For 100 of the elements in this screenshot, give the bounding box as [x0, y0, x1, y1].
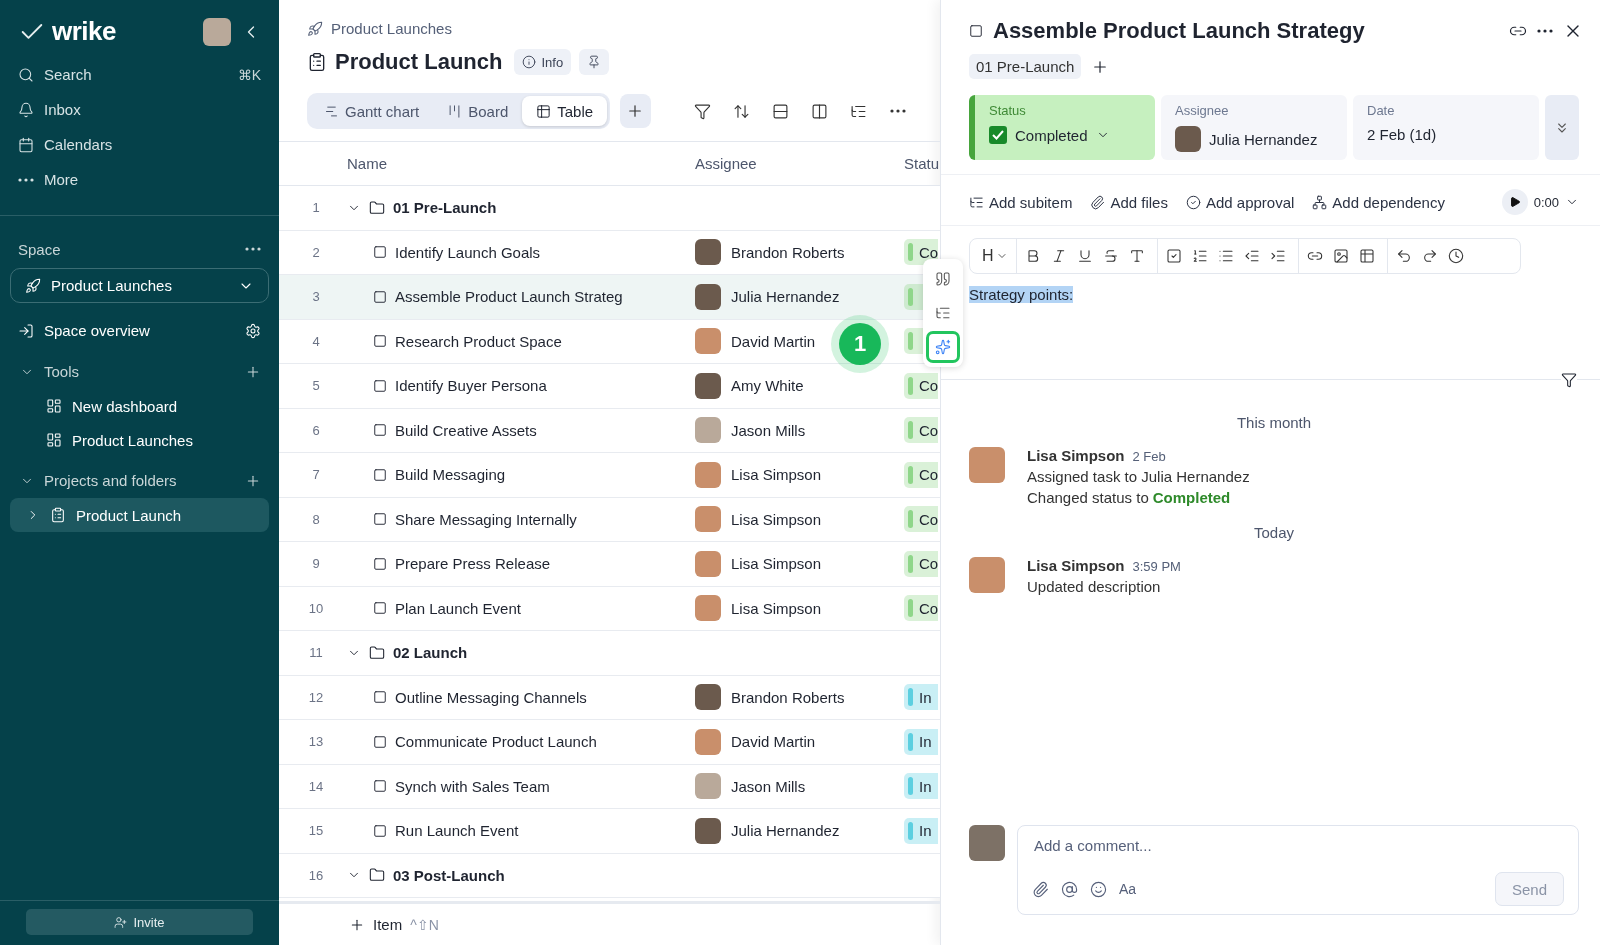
- task-name[interactable]: Synch with Sales Team: [395, 777, 550, 795]
- assignee-name: Amy White: [731, 377, 804, 395]
- assignee-name: Jason Mills: [731, 421, 806, 439]
- info-button[interactable]: Info: [514, 49, 572, 75]
- more-icon[interactable]: [889, 109, 906, 113]
- status-chip[interactable]: In: [904, 817, 938, 844]
- nav-item[interactable]: Space overview: [0, 313, 279, 348]
- ai-button[interactable]: [926, 331, 960, 363]
- more-icon[interactable]: [245, 247, 261, 251]
- task-name[interactable]: 03 Post-Launch: [393, 866, 505, 884]
- task-name[interactable]: Identify Buyer Persona: [395, 377, 547, 395]
- avatar: [695, 239, 721, 266]
- date-field[interactable]: Date 2 Feb (1d): [1353, 95, 1539, 160]
- format-button[interactable]: Aa: [1119, 881, 1137, 897]
- assignee-field[interactable]: Assignee Julia Hernandez: [1161, 95, 1347, 160]
- clock-icon: [1447, 248, 1464, 264]
- column-header[interactable]: Statu: [904, 155, 940, 172]
- pin-button[interactable]: [579, 49, 610, 75]
- task-name[interactable]: 01 Pre-Launch: [393, 199, 497, 217]
- timestamp: 3:59 PM: [1132, 559, 1181, 574]
- status-chip[interactable]: Co: [904, 595, 938, 622]
- folder-icon: [369, 644, 385, 661]
- play-button[interactable]: [1501, 189, 1528, 215]
- assignee-name: Brandon Roberts: [731, 243, 845, 261]
- avatar[interactable]: [203, 17, 231, 46]
- columns-icon: [810, 102, 828, 120]
- status-chip[interactable]: In: [904, 728, 938, 755]
- folder-tag[interactable]: 01 Pre-Launch: [969, 54, 1082, 79]
- attach-icon[interactable]: [1032, 880, 1049, 898]
- task-name[interactable]: Assemble Product Launch Strateg: [395, 288, 623, 306]
- nav-item[interactable]: Search ⌘K: [0, 57, 279, 92]
- row-number: 11: [308, 645, 324, 661]
- status-field[interactable]: Status Completed: [969, 95, 1155, 160]
- folder-icon: [369, 867, 385, 884]
- task-name[interactable]: Identify Launch Goals: [395, 243, 541, 261]
- dots-icon[interactable]: [18, 177, 34, 182]
- action-button[interactable]: Add files: [1090, 193, 1168, 211]
- bell-icon: [18, 101, 34, 118]
- task-icon: [373, 823, 387, 838]
- section-label: Space: [18, 240, 61, 258]
- status-chip[interactable]: In: [904, 684, 938, 711]
- breadcrumb[interactable]: Product Launches: [331, 20, 452, 37]
- view-tab[interactable]: Gantt chart: [310, 96, 434, 126]
- task-name[interactable]: Build Creative Assets: [395, 421, 537, 439]
- status-chip[interactable]: Co: [904, 239, 938, 266]
- action-button[interactable]: Add dependency: [1312, 193, 1445, 211]
- status-chip[interactable]: In: [904, 773, 938, 800]
- view-tab[interactable]: Board: [433, 96, 523, 126]
- emoji-icon[interactable]: [1090, 880, 1107, 898]
- tree-item[interactable]: Product Launch: [10, 498, 269, 532]
- task-name[interactable]: 02 Launch: [393, 644, 468, 662]
- row-number: 10: [307, 600, 325, 616]
- assignee-name: Lisa Simpson: [731, 510, 822, 528]
- task-name[interactable]: Communicate Product Launch: [395, 733, 597, 751]
- task-name[interactable]: Share Messaging Internally: [395, 510, 577, 528]
- tree-item[interactable]: Product Launches: [10, 423, 269, 457]
- mention-icon[interactable]: [1061, 880, 1078, 898]
- space-select[interactable]: Product Launches: [10, 268, 269, 303]
- date-divider: Today: [1253, 523, 1295, 543]
- status-chip[interactable]: Co: [904, 461, 938, 488]
- action-button[interactable]: Add approval: [1185, 193, 1295, 211]
- description-text: Strategy points:: [969, 286, 1074, 303]
- task-name[interactable]: Outline Messaging Channels: [395, 688, 587, 706]
- subitem-icon: [969, 194, 984, 210]
- column-header[interactable]: Name: [347, 155, 695, 172]
- nav-item[interactable]: More: [0, 162, 279, 197]
- more-icon[interactable]: [1537, 29, 1553, 33]
- enter-icon: [18, 322, 34, 339]
- task-name[interactable]: Build Messaging: [395, 466, 506, 484]
- indent-icon: [1269, 248, 1286, 264]
- bullet-list-icon: [1217, 248, 1234, 264]
- status-chip[interactable]: Co: [904, 372, 938, 399]
- task-name[interactable]: Prepare Press Release: [395, 555, 551, 573]
- column-header[interactable]: Assignee: [695, 155, 904, 172]
- action-button[interactable]: Add subitem: [969, 193, 1073, 211]
- task-icon: [373, 512, 387, 527]
- folder-icon: [369, 199, 385, 216]
- status-chip[interactable]: Co: [904, 550, 938, 577]
- status-chip[interactable]: Co: [904, 506, 938, 533]
- assignee-name: David Martin: [731, 733, 816, 751]
- comment-field[interactable]: Add a comment... Aa Send: [1017, 825, 1579, 915]
- task-name[interactable]: Run Launch Event: [395, 822, 519, 840]
- task-name[interactable]: Research Product Space: [395, 332, 562, 350]
- tree-item[interactable]: New dashboard: [10, 389, 269, 423]
- info-icon: [522, 55, 537, 69]
- assignee-name: Brandon Roberts: [731, 688, 845, 706]
- clipboard-icon: [307, 52, 327, 72]
- nav-item[interactable]: Calendars: [0, 127, 279, 162]
- view-tab[interactable]: Table: [522, 96, 608, 126]
- checklist-icon: [1165, 248, 1182, 264]
- heading-button[interactable]: H: [980, 242, 1010, 270]
- filter-icon[interactable]: [1561, 372, 1577, 388]
- task-name[interactable]: Plan Launch Event: [395, 599, 521, 617]
- add-view-button[interactable]: [620, 94, 651, 128]
- invite-button[interactable]: Invite: [26, 909, 253, 935]
- add-item-button[interactable]: Item: [373, 916, 403, 933]
- checkbox[interactable]: [989, 126, 1007, 144]
- nav-item[interactable]: Inbox: [0, 92, 279, 127]
- rocket-icon: [25, 277, 41, 294]
- status-chip[interactable]: Co: [904, 417, 938, 444]
